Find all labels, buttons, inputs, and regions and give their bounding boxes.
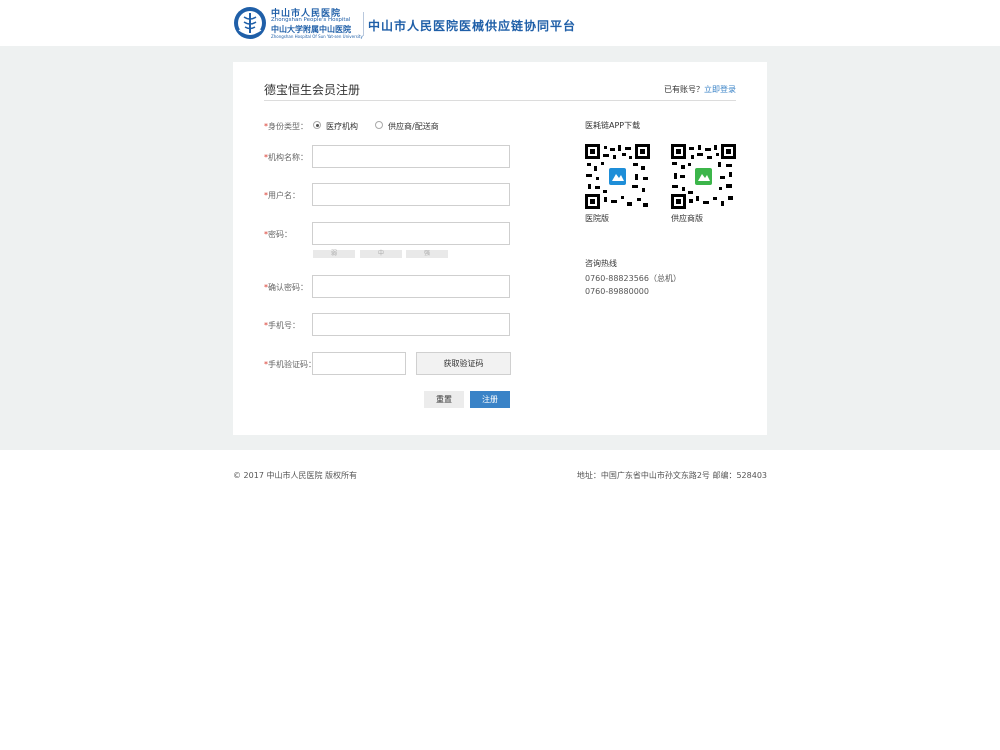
strength-weak: 弱 [313, 250, 355, 258]
logo-en-line1: Zhongshan People's Hospital [271, 17, 351, 23]
hotline-phone-main: 0760-88823566（总机） [585, 274, 681, 283]
phone-label: *手机号： [264, 320, 300, 331]
identity-label-text: 身份类型： [268, 122, 308, 131]
register-button[interactable]: 注册 [470, 391, 510, 408]
login-hint-text: 已有账号？ [664, 85, 704, 94]
radio-medical-institution[interactable] [313, 121, 321, 129]
hospital-logo-icon [234, 7, 266, 39]
strength-medium: 中 [360, 250, 402, 258]
registration-card: 德宝恒生会员注册 已有账号？立即登录 *身份类型： 医疗机构 供应商/配送商 *… [233, 62, 767, 435]
radio-supplier[interactable] [375, 121, 383, 129]
header-divider [363, 12, 364, 36]
org-name-label-text: 机构名称： [268, 153, 308, 162]
top-header: 中山市人民医院 Zhongshan People's Hospital 中山大学… [0, 0, 1000, 46]
confirm-password-input[interactable] [312, 275, 510, 298]
qr-caption-hospital: 医院版 [585, 214, 609, 223]
identity-label: *身份类型： [264, 121, 308, 132]
org-name-label: *机构名称： [264, 152, 308, 163]
username-label-text: 用户名： [268, 191, 300, 200]
sms-code-label: *手机验证码： [264, 359, 316, 370]
sms-code-label-text: 手机验证码： [268, 360, 316, 369]
qr-code-supplier-icon[interactable] [671, 144, 736, 209]
hospital-logo-text: 中山市人民医院 Zhongshan People's Hospital 中山大学… [271, 6, 363, 40]
phone-input[interactable] [312, 313, 510, 336]
app-download-heading: 医耗链APP下载 [585, 121, 641, 130]
strength-strong: 强 [406, 250, 448, 258]
org-name-input[interactable] [312, 145, 510, 168]
phone-label-text: 手机号： [268, 321, 300, 330]
logo-en-line2: Zhongshan Hospital Of Sun Yat-sen Univer… [271, 34, 363, 39]
username-input[interactable] [312, 183, 510, 206]
qr-code-hospital-icon[interactable] [585, 144, 650, 209]
password-label-text: 密码： [268, 230, 292, 239]
radio-medical-institution-label[interactable]: 医疗机构 [326, 121, 358, 132]
get-sms-code-button[interactable]: 获取验证码 [416, 352, 511, 375]
page-title: 德宝恒生会员注册 [264, 83, 361, 97]
footer-copyright: © 2017 中山市人民医院 版权所有 [233, 471, 357, 480]
qr-caption-supplier: 供应商版 [671, 214, 703, 223]
platform-title: 中山市人民医院医械供应链协同平台 [368, 19, 577, 33]
radio-supplier-label[interactable]: 供应商/配送商 [388, 121, 439, 132]
title-divider [264, 100, 736, 101]
confirm-password-label-text: 确认密码： [268, 283, 308, 292]
login-link[interactable]: 立即登录 [704, 85, 736, 94]
password-input[interactable] [312, 222, 510, 245]
username-label: *用户名： [264, 190, 300, 201]
confirm-password-label: *确认密码： [264, 282, 308, 293]
footer-address: 地址：中国广东省中山市孙文东路2号 邮编：528403 [576, 471, 767, 480]
sms-code-input[interactable] [312, 352, 406, 375]
reset-button[interactable]: 重置 [424, 391, 464, 408]
hotline-phone-second: 0760-89880000 [585, 287, 649, 296]
hotline-heading: 咨询热线 [585, 259, 617, 268]
password-label: *密码： [264, 229, 292, 240]
login-hint: 已有账号？立即登录 [664, 84, 736, 95]
